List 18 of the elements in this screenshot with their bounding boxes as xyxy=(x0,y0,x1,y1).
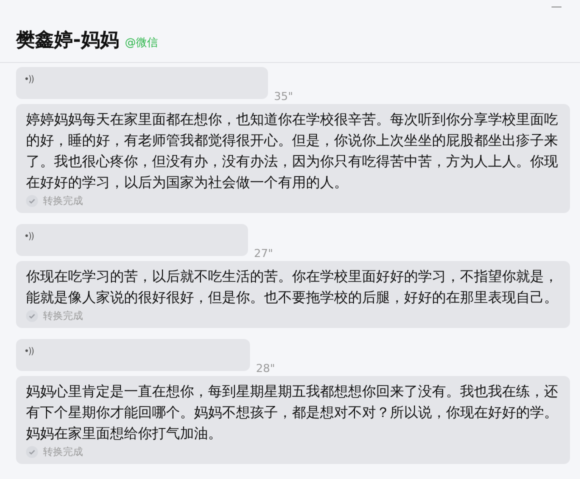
transcript-text: 婷婷妈妈每天在家里面都在想你，也知道你在学校很辛苦。每次听到你分享学校里面吃的好，睡的好，有老师管我都觉得很开心。但是，你说你上次坐坐的屁股都坐出疹子来了。我也很心疼你，但没有办，没有办法，因为你只有吃得苦中苦，方为人上人。你现在好好的学习，以后为国家为社会做一个有用的人。 xyxy=(26,111,559,193)
voice-duration: 28" xyxy=(256,362,276,375)
voice-message[interactable]: •)) xyxy=(16,67,268,99)
transcript-text: 你现在吃学习的苦，以后就不吃生活的苦。你在学校里面好好的学习，不指望你就是，能就是像人家说的很好很好，但是你。也不要拖学校的后腿，好好的在那里表现自己。 xyxy=(26,268,559,308)
conversion-status: 转换完成 xyxy=(43,310,83,323)
chat-title: 樊鑫婷-妈妈 xyxy=(16,28,119,53)
source-label: @微信 xyxy=(124,35,158,50)
check-icon xyxy=(26,310,38,322)
transcript-text: 妈妈心里肯定是一直在想你，每到星期星期五我都想想你回来了没有。我也我在练，还有下个星期你才能回哪个。妈妈不想孩子，都是想对不对？所以说，你现在好好的学。妈妈在家里面想给你打气加油。 xyxy=(26,383,559,444)
voice-duration: 35" xyxy=(274,90,294,103)
check-icon xyxy=(26,446,38,458)
voice-message[interactable]: •)) xyxy=(16,224,248,256)
voice-duration: 27" xyxy=(254,247,274,260)
conversion-status: 转换完成 xyxy=(43,194,83,208)
check-icon xyxy=(26,195,38,207)
minimize-button[interactable]: — xyxy=(551,0,562,13)
voice-message[interactable]: •)) xyxy=(16,339,250,371)
conversion-status: 转换完成 xyxy=(43,446,83,459)
